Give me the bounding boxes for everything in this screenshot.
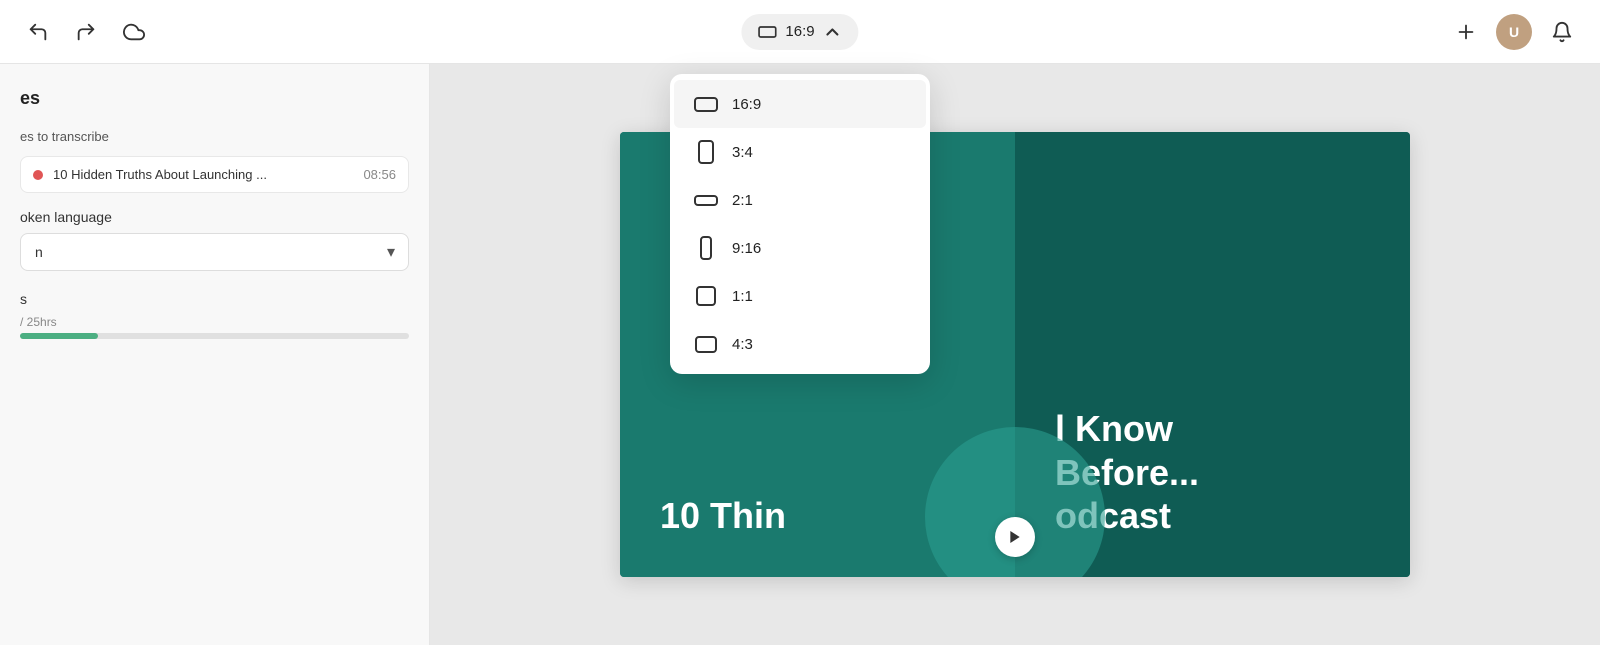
toolbar-left — [20, 14, 152, 50]
plus-icon — [1455, 21, 1477, 43]
files-label: es to transcribe — [20, 129, 409, 144]
slide-text-left: 10 Thin — [660, 494, 786, 537]
portrait-icon — [694, 140, 718, 164]
notification-button[interactable] — [1544, 14, 1580, 50]
sidebar-title: es — [20, 88, 409, 109]
toolbar: 16:9 U — [0, 0, 1600, 64]
avatar[interactable]: U — [1496, 14, 1532, 50]
cloud-button[interactable] — [116, 14, 152, 50]
play-icon — [1007, 529, 1023, 545]
toolbar-center: 16:9 — [741, 14, 858, 50]
landscape-std-icon — [694, 332, 718, 356]
toolbar-right: U — [1448, 14, 1580, 50]
aspect-ratio-dropdown: 16:9 3:4 2:1 9:16 1:1 4:3 — [670, 74, 930, 374]
aspect-ratio-option-16-9[interactable]: 16:9 — [674, 80, 926, 128]
file-status-dot — [33, 170, 43, 180]
aspect-ratio-1-1-label: 1:1 — [732, 288, 753, 305]
aspect-ratio-button[interactable]: 16:9 — [741, 14, 858, 50]
language-select-wrapper: n English Spanish French — [20, 233, 409, 271]
aspect-ratio-9-16-label: 9:16 — [732, 240, 761, 257]
credits-label: s — [20, 291, 409, 307]
main-content: 10 Thin l KnowBefore...odcast — [430, 64, 1600, 645]
aspect-ratio-option-3-4[interactable]: 3:4 — [674, 128, 926, 176]
landscape-wide-icon — [694, 188, 718, 212]
sidebar: es es to transcribe 10 Hidden Truths Abo… — [0, 64, 430, 645]
spoken-language-label: oken language — [20, 209, 409, 225]
aspect-ratio-option-4-3[interactable]: 4:3 — [674, 320, 926, 368]
square-icon — [694, 284, 718, 308]
chevron-up-icon — [823, 22, 843, 42]
undo-button[interactable] — [20, 14, 56, 50]
language-select[interactable]: n English Spanish French — [20, 233, 409, 271]
portrait-tall-icon — [694, 236, 718, 260]
aspect-ratio-4-3-label: 4:3 — [732, 336, 753, 353]
aspect-ratio-option-2-1[interactable]: 2:1 — [674, 176, 926, 224]
aspect-ratio-2-1-label: 2:1 — [732, 192, 753, 209]
aspect-ratio-label: 16:9 — [785, 23, 814, 40]
file-item[interactable]: 10 Hidden Truths About Launching ... 08:… — [20, 156, 409, 193]
add-button[interactable] — [1448, 14, 1484, 50]
landscape-icon — [694, 92, 718, 116]
aspect-ratio-16-9-label: 16:9 — [732, 96, 761, 113]
slide-play-button[interactable] — [995, 517, 1035, 557]
redo-button[interactable] — [68, 14, 104, 50]
credits-bar — [20, 333, 98, 339]
aspect-ratio-option-9-16[interactable]: 9:16 — [674, 224, 926, 272]
aspect-ratio-option-1-1[interactable]: 1:1 — [674, 272, 926, 320]
file-name: 10 Hidden Truths About Launching ... — [53, 167, 353, 182]
aspect-ratio-icon — [757, 22, 777, 42]
file-duration: 08:56 — [363, 167, 396, 182]
bell-icon — [1551, 21, 1573, 43]
credits-bar-wrapper — [20, 333, 409, 339]
credits-text: / 25hrs — [20, 315, 409, 329]
aspect-ratio-3-4-label: 3:4 — [732, 144, 753, 161]
